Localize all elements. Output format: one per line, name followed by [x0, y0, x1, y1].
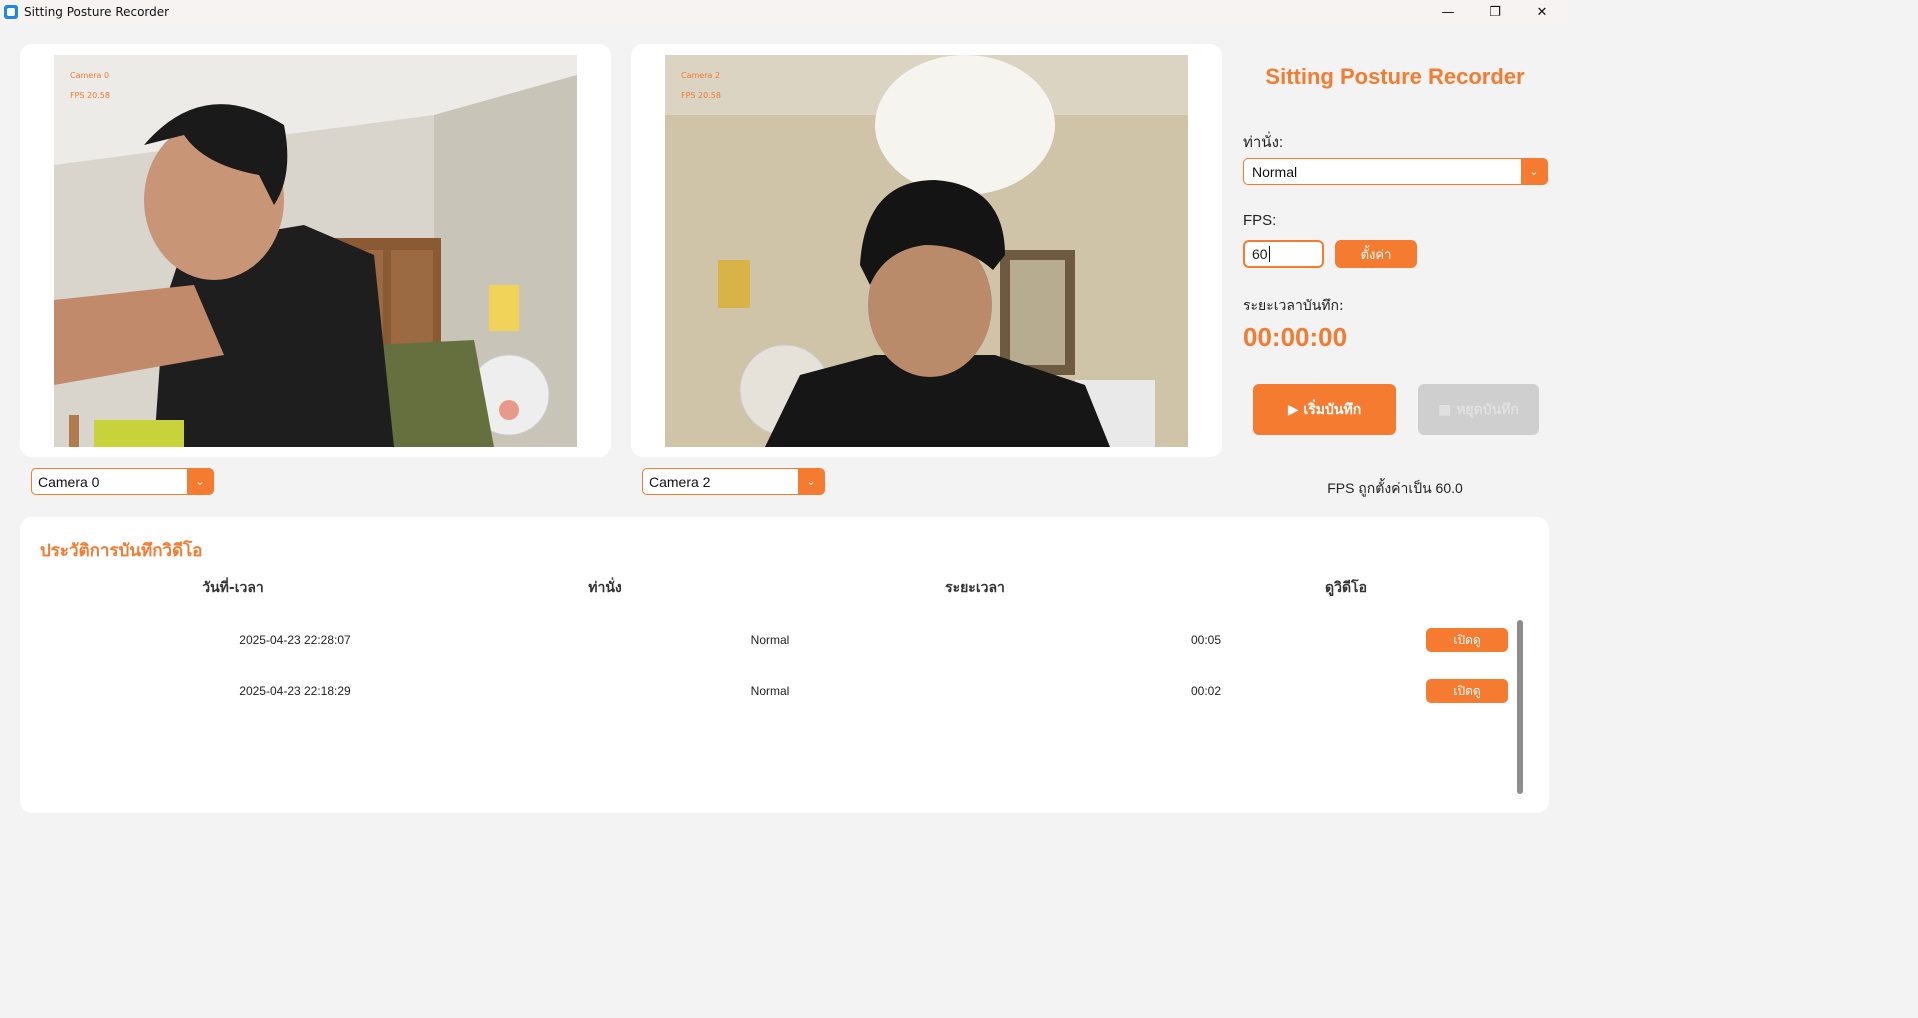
row-datetime: 2025-04-23 22:18:29 — [239, 684, 351, 698]
posture-label: ท่านั่ง: — [1243, 134, 1284, 151]
posture-select[interactable]: Normal ⌄ — [1243, 158, 1548, 185]
camera-0-overlay-fps: FPS 20.58 — [70, 91, 110, 100]
set-fps-button[interactable]: ตั้งค่า — [1335, 240, 1417, 268]
fps-input[interactable]: 60 — [1243, 240, 1324, 268]
row-duration: 00:02 — [1190, 684, 1222, 698]
fps-input-value: 60 — [1252, 246, 1268, 262]
camera-2-overlay-name: Camera 2 — [681, 71, 721, 80]
record-timer: 00:00:00 — [1243, 322, 1348, 352]
text-caret — [1268, 246, 1270, 262]
window-title: Sitting Posture Recorder — [24, 5, 170, 19]
row-datetime: 2025-04-23 22:28:07 — [239, 633, 351, 647]
start-record-button[interactable]: ▶ เริ่มบันทึก — [1253, 384, 1396, 435]
app-icon — [4, 5, 18, 19]
row-posture: Normal — [750, 633, 790, 647]
status-message: FPS ถูกตั้งค่าเป็น 60.0 — [1327, 480, 1463, 496]
camera-0-feed: Camera 0 FPS 20.58 — [54, 55, 577, 447]
column-duration: ระยะเวลา — [945, 580, 1005, 596]
chevron-down-icon[interactable]: ⌄ — [1521, 159, 1547, 184]
close-icon[interactable]: ✕ — [1519, 0, 1565, 24]
camera-0-overlay-name: Camera 0 — [70, 71, 110, 80]
history-card — [20, 517, 1549, 813]
camera-2-overlay-fps: FPS 20.58 — [681, 91, 721, 100]
posture-select-value: Normal — [1252, 163, 1298, 180]
fps-label: FPS: — [1243, 212, 1277, 229]
camera-0-select-value: Camera 0 — [38, 473, 100, 490]
chevron-down-icon[interactable]: ⌄ — [798, 469, 824, 494]
camera-2-feed: Camera 2 FPS 20.58 — [665, 55, 1188, 447]
minimize-icon[interactable]: — — [1425, 0, 1471, 24]
restore-icon[interactable]: ❐ — [1472, 0, 1518, 24]
title-bar: Sitting Posture Recorder — ❐ ✕ — [0, 0, 1568, 24]
camera-2-select[interactable]: Camera 2 ⌄ — [642, 468, 825, 495]
stop-record-button[interactable]: ■ หยุดบันทึก — [1418, 384, 1539, 435]
column-view-video: ดูวิดีโอ — [1325, 580, 1367, 596]
row-duration: 00:05 — [1190, 633, 1222, 647]
history-scrollbar[interactable] — [1517, 620, 1523, 794]
history-title: ประวัติการบันทึกวิดีโอ — [40, 541, 203, 561]
column-posture: ท่านั่ง — [588, 580, 622, 596]
row-posture: Normal — [750, 684, 790, 698]
open-video-button[interactable]: เปิดดู — [1426, 679, 1508, 703]
panel-title: Sitting Posture Recorder — [1265, 64, 1525, 89]
duration-label: ระยะเวลาบันทึก: — [1243, 298, 1344, 314]
camera-2-select-value: Camera 2 — [649, 473, 711, 490]
open-video-button[interactable]: เปิดดู — [1426, 628, 1508, 652]
chevron-down-icon[interactable]: ⌄ — [187, 469, 213, 494]
camera-0-select[interactable]: Camera 0 ⌄ — [31, 468, 214, 495]
column-datetime: วันที่-เวลา — [202, 580, 264, 596]
